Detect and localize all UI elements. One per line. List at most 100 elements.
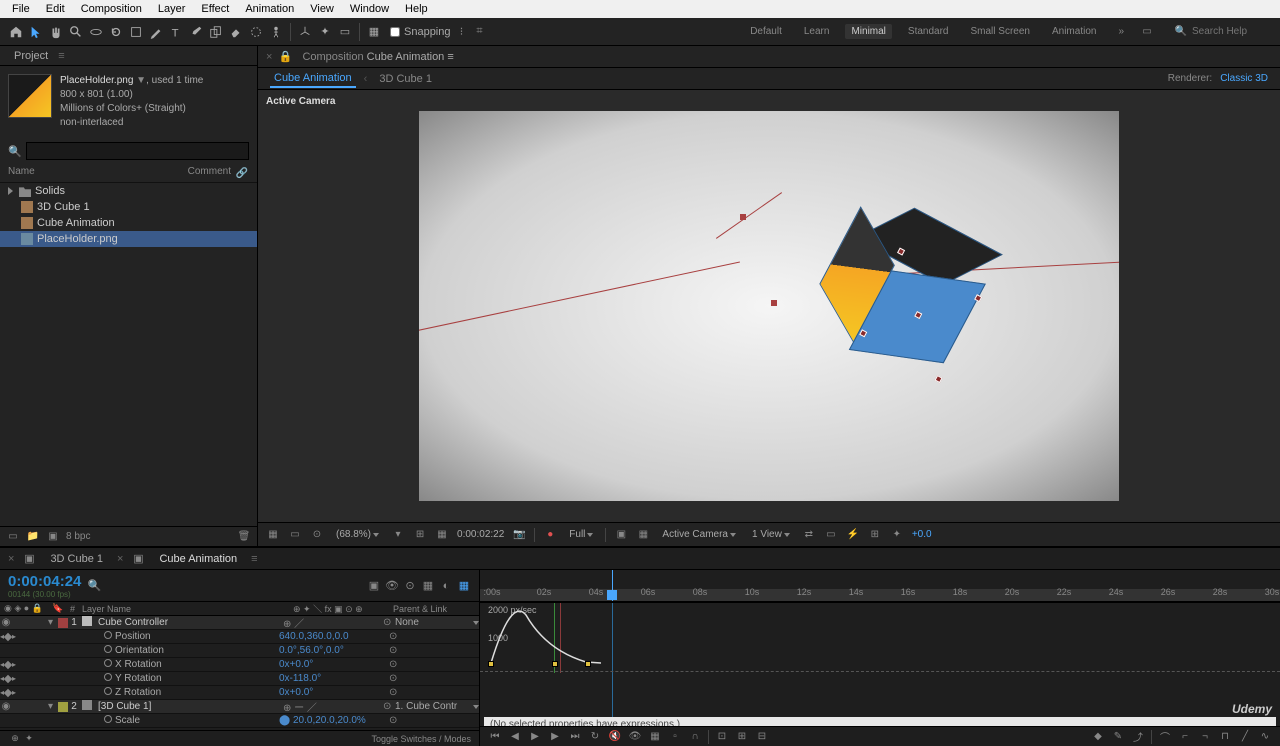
prop-row-z-rotation[interactable]: ◂▸Z Rotation0x+0.0°⊙ <box>0 686 479 700</box>
motion-blur-icon[interactable]: ◐ <box>439 579 453 593</box>
prop-row-x-rotation[interactable]: ◂▸X Rotation0x+0.0°⊙ <box>0 658 479 672</box>
graph-editor-icon[interactable]: ▦ <box>457 579 471 593</box>
linear-icon[interactable]: ╱ <box>1238 730 1252 744</box>
new-comp-icon[interactable]: ▣ <box>46 530 60 544</box>
share-view-icon[interactable]: ⇄ <box>802 528 816 542</box>
col-parent[interactable]: Parent & Link <box>389 604 479 614</box>
motion-handle[interactable] <box>740 214 746 220</box>
menu-window[interactable]: Window <box>342 3 397 15</box>
fit-all-icon[interactable]: ⊞ <box>735 730 749 744</box>
keyframe-handle[interactable] <box>488 661 494 667</box>
hold-icon[interactable]: ⊓ <box>1218 730 1232 744</box>
exposure-value[interactable]: +0.0 <box>912 529 932 540</box>
timeline-ruler[interactable]: :00s 02s 04s 06s 08s 10s 12s 14s 16s 18s… <box>480 570 1280 602</box>
graph-type-icon[interactable]: ▦ <box>648 730 662 744</box>
zoom-dropdown[interactable]: (68.8%) <box>332 528 383 541</box>
mute-icon[interactable]: 🔇 <box>608 730 622 744</box>
type-tool-icon[interactable]: T <box>168 24 184 40</box>
play-last-icon[interactable]: ⏭ <box>568 730 582 744</box>
menu-help[interactable]: Help <box>397 3 436 15</box>
workspace-minimal[interactable]: Minimal <box>845 24 891 39</box>
toggle-icon[interactable]: ⊙ <box>310 528 324 542</box>
shape-tool-icon[interactable] <box>128 24 144 40</box>
prop-row-position[interactable]: ◂▸Position640.0,360.0,0.0⊙ <box>0 630 479 644</box>
easy-ease-icon[interactable]: ⌒ <box>1158 730 1172 744</box>
separate-dim-icon[interactable]: ◆ <box>1091 730 1105 744</box>
transparency-icon[interactable]: ▦ <box>636 528 650 542</box>
project-panel-header[interactable]: Project ≡ <box>0 46 257 66</box>
asset-item-cube-animation[interactable]: Cube Animation <box>0 215 257 231</box>
comp-tab[interactable]: Composition Cube Animation ≡ <box>298 49 457 65</box>
workspace-small-screen[interactable]: Small Screen <box>965 24 1036 39</box>
flowchart-icon[interactable]: ✦ <box>890 528 904 542</box>
puppet-tool-icon[interactable] <box>268 24 284 40</box>
play-first-icon[interactable]: ⏮ <box>488 730 502 744</box>
keyframe-handle[interactable] <box>585 661 591 667</box>
renderer-value[interactable]: Classic 3D <box>1220 73 1268 84</box>
snap-extend-icon[interactable]: ⌗ <box>473 25 487 39</box>
project-search-input[interactable] <box>26 142 249 160</box>
loop-icon[interactable]: ↻ <box>588 730 602 744</box>
workspace-standard[interactable]: Standard <box>902 24 955 39</box>
anchor-tool-icon[interactable]: ✦ <box>317 24 333 40</box>
eraser-tool-icon[interactable] <box>228 24 244 40</box>
prop-row-y-rotation[interactable]: ◂▸Y Rotation0x-118.0°⊙ <box>0 672 479 686</box>
snap-grid-icon[interactable]: ▦ <box>366 24 382 40</box>
viewer-time[interactable]: 0:00:02:22 <box>457 529 504 540</box>
fit-icon[interactable]: ⊡ <box>715 730 729 744</box>
wrench-icon[interactable]: ∩ <box>688 730 702 744</box>
frame-blend-icon[interactable]: ▦ <box>421 579 435 593</box>
fast-preview-icon[interactable]: ⚡ <box>846 528 860 542</box>
pen-tool-icon[interactable] <box>148 24 164 40</box>
rotation-tool-icon[interactable] <box>108 24 124 40</box>
prop-row-orientation[interactable]: Orientation0.0°,56.0°,0.0°⊙ <box>0 644 479 658</box>
menu-composition[interactable]: Composition <box>73 3 150 15</box>
menu-layer[interactable]: Layer <box>150 3 194 15</box>
comp-mini-icon[interactable]: ▣ <box>367 579 381 593</box>
play-prev-icon[interactable]: ◀ <box>508 730 522 744</box>
tl-search-icon[interactable]: 🔍 <box>87 579 101 593</box>
clone-tool-icon[interactable] <box>208 24 224 40</box>
current-timecode[interactable]: 0:00:04:24 <box>8 573 81 590</box>
axis-tool-icon[interactable] <box>297 24 313 40</box>
alpha-icon[interactable]: ▦ <box>266 528 280 542</box>
guides-icon[interactable]: ▦ <box>435 528 449 542</box>
edit-kf-icon[interactable]: ✎ <box>1111 730 1125 744</box>
snapping-options-icon[interactable]: ⁝ <box>455 25 469 39</box>
selection-tool-icon[interactable] <box>28 24 44 40</box>
mask-icon[interactable]: ▭ <box>288 528 302 542</box>
timeline-icon[interactable]: ⊞ <box>868 528 882 542</box>
convert-icon[interactable]: ⤴ <box>1131 730 1145 744</box>
brush-tool-icon[interactable] <box>188 24 204 40</box>
pixel-ar-icon[interactable]: ▭ <box>824 528 838 542</box>
selection-handle[interactable] <box>935 375 943 383</box>
ease-out-icon[interactable]: ¬ <box>1198 730 1212 744</box>
resolution-dropdown[interactable]: Full <box>565 528 597 541</box>
channel-icon[interactable]: ● <box>543 528 557 542</box>
menu-file[interactable]: File <box>4 3 38 15</box>
comp-canvas[interactable] <box>419 111 1119 501</box>
asset-item-3dcube1[interactable]: 3D Cube 1 <box>0 199 257 215</box>
workspace-default[interactable]: Default <box>744 24 788 39</box>
bpc-label[interactable]: 8 bpc <box>66 531 90 542</box>
cti-head[interactable] <box>607 590 617 600</box>
camera-dropdown[interactable]: Active Camera <box>658 528 740 541</box>
timeline-tab-cubeanim[interactable]: Cube Animation <box>153 551 243 567</box>
keyframe-handle[interactable] <box>552 661 558 667</box>
cube-object[interactable] <box>804 186 993 375</box>
snapping-checkbox[interactable] <box>390 27 400 37</box>
draft-icon[interactable]: ⊙ <box>403 579 417 593</box>
comp-viewport[interactable]: Active Camera <box>258 90 1280 522</box>
eye-icon[interactable]: 👁 <box>628 730 642 744</box>
interpret-icon[interactable]: ▭ <box>6 530 20 544</box>
menu-view[interactable]: View <box>302 3 342 15</box>
snap-icon[interactable]: ▫ <box>668 730 682 744</box>
mask-mode-icon[interactable]: ▭ <box>337 24 353 40</box>
shy-icon[interactable]: 👁 <box>385 579 399 593</box>
asset-item-placeholder[interactable]: PlaceHolder.png <box>0 231 257 247</box>
auto-zoom-icon[interactable]: ⊟ <box>755 730 769 744</box>
play-icon[interactable]: ▶ <box>528 730 542 744</box>
layer-row-cube-controller[interactable]: ◉ ▾ 1 Cube Controller ⊕ ／ ⊙ None <box>0 616 479 630</box>
roto-tool-icon[interactable] <box>248 24 264 40</box>
motion-handle[interactable] <box>771 300 777 306</box>
